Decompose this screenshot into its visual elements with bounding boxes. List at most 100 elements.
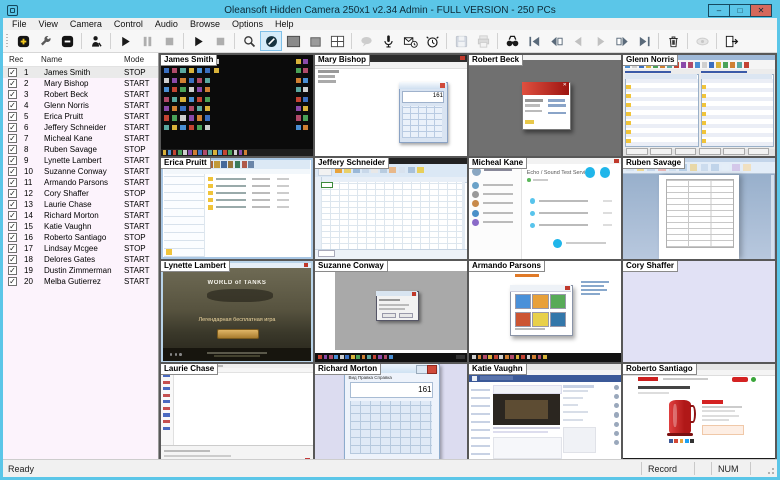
art-shape xyxy=(563,419,583,421)
menu-options[interactable]: Options xyxy=(226,18,269,30)
remove-camera-button[interactable] xyxy=(56,31,78,51)
camera-cell-glenn-norris[interactable]: Glenn Norris xyxy=(623,55,775,156)
table-row[interactable]: ✓4Glenn NorrisSTART xyxy=(3,100,158,111)
record-checkbox[interactable]: ✓ xyxy=(8,244,17,253)
table-row[interactable]: ✓2Mary BishopSTART xyxy=(3,78,158,89)
record-checkbox[interactable]: ✓ xyxy=(8,211,17,220)
pause-button[interactable] xyxy=(136,31,158,51)
last-frame-button[interactable] xyxy=(633,31,655,51)
table-row[interactable]: ✓6Jeffery SchneiderSTART xyxy=(3,122,158,133)
alarm-button[interactable] xyxy=(421,31,443,51)
menu-view[interactable]: View xyxy=(33,18,64,30)
table-row[interactable]: ✓3Robert BeckSTART xyxy=(3,89,158,100)
record-checkbox[interactable]: ✓ xyxy=(8,255,17,264)
menu-camera[interactable]: Camera xyxy=(64,18,108,30)
camera-cell-erica-pruitt[interactable]: Erica Pruitt xyxy=(161,158,313,259)
table-row[interactable]: ✓13Laurie ChaseSTART xyxy=(3,199,158,210)
camera-cell-richard-morton[interactable]: Вид Правка Справка161Richard Morton xyxy=(315,364,467,459)
minimize-button[interactable]: – xyxy=(708,4,730,17)
record-checkbox[interactable]: ✓ xyxy=(8,123,17,132)
menu-help[interactable]: Help xyxy=(269,18,300,30)
camera-cell-micheal-kane[interactable]: Echo / Sound Test ServiceMicheal Kane xyxy=(469,158,621,259)
zoom-button[interactable] xyxy=(238,31,260,51)
table-row[interactable]: ✓9Lynette LambertSTART xyxy=(3,155,158,166)
table-row[interactable]: ✓11Armando ParsonsSTART xyxy=(3,177,158,188)
find-button[interactable] xyxy=(501,31,523,51)
table-row[interactable]: ✓20Melba GutierrezSTART xyxy=(3,276,158,287)
camera-cell-lynette-lambert[interactable]: WORLD of TANKSЛегендарная бесплатная игр… xyxy=(161,261,313,362)
users-button[interactable] xyxy=(85,31,107,51)
play-button[interactable] xyxy=(114,31,136,51)
record-checkbox[interactable]: ✓ xyxy=(8,156,17,165)
camera-cell-laurie-chase[interactable]: Laurie Chase xyxy=(161,364,313,459)
camera-cell-robert-beck[interactable]: ✕Robert Beck xyxy=(469,55,621,156)
menu-file[interactable]: File xyxy=(6,18,33,30)
send-alert-button[interactable] xyxy=(399,31,421,51)
record-checkbox[interactable]: ✓ xyxy=(8,200,17,209)
camera-cell-roberto-santiago[interactable]: Roberto Santiago xyxy=(623,364,775,459)
record-checkbox[interactable]: ✓ xyxy=(8,222,17,231)
single-view-button[interactable] xyxy=(304,31,326,51)
stop-button[interactable] xyxy=(158,31,180,51)
table-row[interactable]: ✓14Richard MortonSTART xyxy=(3,210,158,221)
close-button[interactable]: ✕ xyxy=(750,4,772,17)
table-row[interactable]: ✓15Katie VaughnSTART xyxy=(3,221,158,232)
stop-all-button[interactable] xyxy=(209,31,231,51)
art-shape xyxy=(217,329,259,339)
camera-cell-cory-shaffer[interactable]: Cory Shaffer xyxy=(623,261,775,362)
prev-frame-button[interactable] xyxy=(567,31,589,51)
print-button[interactable] xyxy=(472,31,494,51)
camera-cell-suzanne-conway[interactable]: Suzanne Conway xyxy=(315,261,467,362)
table-row[interactable]: ✓8Ruben SavageSTOP xyxy=(3,144,158,155)
record-checkbox[interactable]: ✓ xyxy=(8,112,17,121)
menu-control[interactable]: Control xyxy=(108,18,149,30)
prev-block-button[interactable] xyxy=(545,31,567,51)
table-row[interactable]: ✓10Suzanne ConwaySTART xyxy=(3,166,158,177)
record-checkbox[interactable]: ✓ xyxy=(8,79,17,88)
add-camera-button[interactable] xyxy=(12,31,34,51)
record-checkbox[interactable]: ✓ xyxy=(8,145,17,154)
record-checkbox[interactable]: ✓ xyxy=(8,167,17,176)
table-row[interactable]: ✓5Erica PruittSTART xyxy=(3,111,158,122)
record-checkbox[interactable]: ✓ xyxy=(8,266,17,275)
menu-browse[interactable]: Browse xyxy=(184,18,226,30)
save-button[interactable] xyxy=(450,31,472,51)
menu-audio[interactable]: Audio xyxy=(149,18,184,30)
monitor-mode-button[interactable] xyxy=(260,31,282,51)
record-checkbox[interactable]: ✓ xyxy=(8,134,17,143)
camera-cell-jeffery-schneider[interactable]: Jeffery Schneider xyxy=(315,158,467,259)
camera-cell-james-smith[interactable]: James Smith xyxy=(161,55,313,156)
record-checkbox[interactable]: ✓ xyxy=(8,68,17,77)
camera-cell-ruben-savage[interactable]: Ruben Savage xyxy=(623,158,775,259)
record-checkbox[interactable]: ✓ xyxy=(8,277,17,286)
record-checkbox[interactable]: ✓ xyxy=(8,189,17,198)
microphone-button[interactable] xyxy=(377,31,399,51)
record-checkbox[interactable]: ✓ xyxy=(8,178,17,187)
table-row[interactable]: ✓19Dustin ZimmermanSTART xyxy=(3,265,158,276)
settings-button[interactable] xyxy=(34,31,56,51)
camera-cell-mary-bishop[interactable]: 161Mary Bishop xyxy=(315,55,467,156)
camera-cell-katie-vaughn[interactable]: Katie Vaughn xyxy=(469,364,621,459)
hide-button[interactable] xyxy=(691,31,713,51)
first-frame-button[interactable] xyxy=(523,31,545,51)
table-row[interactable]: ✓7Micheal KaneSTART xyxy=(3,133,158,144)
chat-button[interactable] xyxy=(355,31,377,51)
multi-view-grid-button[interactable] xyxy=(326,31,348,51)
record-checkbox[interactable]: ✓ xyxy=(8,233,17,242)
record-checkbox[interactable]: ✓ xyxy=(8,90,17,99)
maximize-button[interactable]: □ xyxy=(729,4,751,17)
next-block-button[interactable] xyxy=(611,31,633,51)
resize-grip[interactable] xyxy=(765,460,777,477)
record-checkbox[interactable]: ✓ xyxy=(8,101,17,110)
table-row[interactable]: ✓1James SmithSTOP xyxy=(3,67,158,78)
next-frame-button[interactable] xyxy=(589,31,611,51)
delete-button[interactable] xyxy=(662,31,684,51)
table-row[interactable]: ✓12Cory ShafferSTOP xyxy=(3,188,158,199)
full-screen-view-button[interactable] xyxy=(282,31,304,51)
camera-cell-armando-parsons[interactable]: Armando Parsons xyxy=(469,261,621,362)
play-all-button[interactable] xyxy=(187,31,209,51)
table-row[interactable]: ✓18Delores GatesSTART xyxy=(3,254,158,265)
table-row[interactable]: ✓16Roberto SantiagoSTOP xyxy=(3,232,158,243)
exit-button[interactable] xyxy=(720,31,742,51)
table-row[interactable]: ✓17Lindsay McgeeSTOP xyxy=(3,243,158,254)
